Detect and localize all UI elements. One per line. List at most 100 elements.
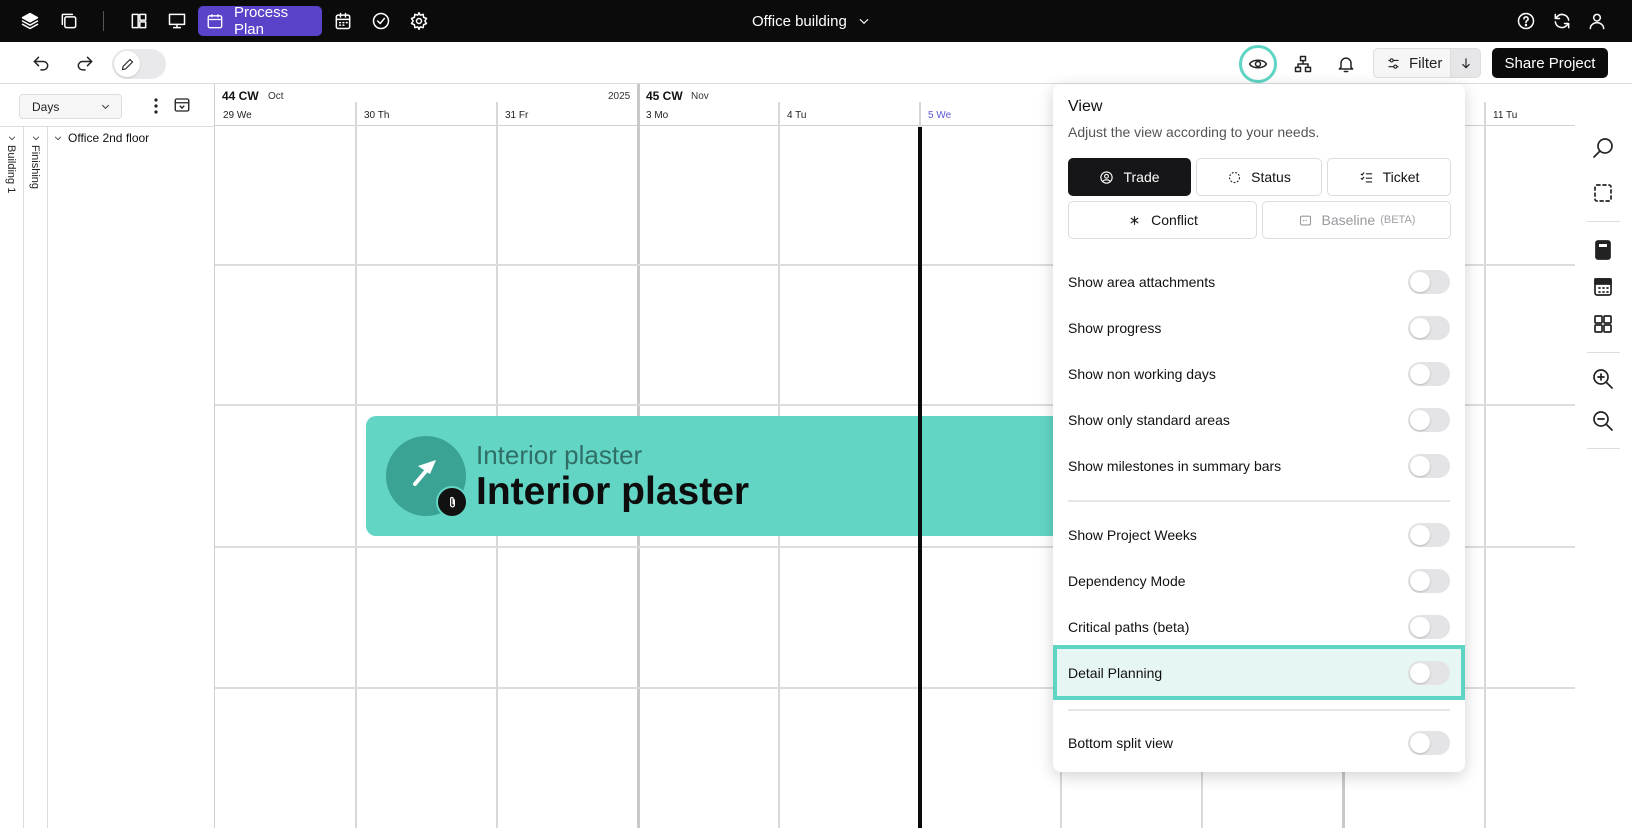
toggle-switch[interactable] bbox=[1408, 615, 1450, 639]
month-label: Oct bbox=[268, 91, 284, 102]
mode-label: Ticket bbox=[1382, 169, 1420, 185]
option-label: Detail Planning bbox=[1068, 665, 1163, 681]
edit-mode-toggle[interactable] bbox=[112, 49, 166, 79]
help-icon[interactable] bbox=[1513, 8, 1539, 34]
toggle-switch[interactable] bbox=[1408, 569, 1450, 593]
area-row-office-2nd-floor[interactable]: Office 2nd floor bbox=[53, 131, 149, 145]
toggle-switch[interactable] bbox=[1408, 454, 1450, 478]
mode-label: Conflict bbox=[1151, 212, 1198, 228]
topbar-separator bbox=[103, 11, 104, 31]
status-circle-icon bbox=[1229, 171, 1241, 183]
toggle-switch[interactable] bbox=[1408, 523, 1450, 547]
zoom-level-select[interactable]: Days bbox=[19, 94, 122, 119]
projects-icon[interactable] bbox=[56, 8, 82, 34]
today-marker-line bbox=[918, 127, 922, 828]
toggle-switch[interactable] bbox=[1408, 731, 1450, 755]
mode-label: Baseline bbox=[1321, 212, 1376, 228]
trade-avatar bbox=[386, 436, 468, 518]
mode-ticket-button[interactable]: Ticket bbox=[1327, 158, 1451, 196]
search-icon[interactable] bbox=[1590, 135, 1616, 161]
task-bar-title: Interior plaster bbox=[476, 470, 750, 513]
day-label: 30 Th bbox=[364, 110, 390, 121]
toggle-switch[interactable] bbox=[1408, 362, 1450, 386]
mode-conflict-button[interactable]: Conflict bbox=[1068, 201, 1257, 239]
mode-label: Status bbox=[1251, 169, 1291, 185]
grid-view-icon[interactable] bbox=[1590, 311, 1616, 337]
zoom-out-icon[interactable] bbox=[1590, 408, 1616, 434]
mode-trade-button[interactable]: Trade bbox=[1068, 158, 1191, 196]
trade-group-label[interactable]: Finishing bbox=[29, 145, 41, 189]
chevron-down-icon bbox=[859, 18, 869, 25]
zoom-level-value: Days bbox=[32, 99, 60, 114]
undo-icon[interactable] bbox=[28, 51, 54, 77]
tools-separator bbox=[1587, 448, 1620, 449]
settings-gear-icon[interactable] bbox=[406, 8, 432, 34]
chevron-down-icon bbox=[101, 104, 110, 109]
zoom-in-icon[interactable] bbox=[1590, 366, 1616, 392]
chevron-down-icon[interactable] bbox=[7, 130, 17, 141]
building-column: Building 1 bbox=[0, 127, 24, 828]
tools-separator bbox=[1587, 352, 1620, 353]
schedule-calendar-icon[interactable] bbox=[330, 8, 356, 34]
check-circle-icon[interactable] bbox=[368, 8, 394, 34]
chevron-down-icon bbox=[54, 136, 62, 141]
toggle-switch[interactable] bbox=[1408, 661, 1450, 685]
option-show-milestones-in-summary-bars: Show milestones in summary bars bbox=[1068, 451, 1450, 481]
toggle-switch[interactable] bbox=[1408, 316, 1450, 340]
option-dependency-mode: Dependency Mode bbox=[1068, 566, 1450, 596]
option-label: Show only standard areas bbox=[1068, 412, 1230, 428]
mode-status-button[interactable]: Status bbox=[1196, 158, 1322, 196]
popover-divider bbox=[1068, 500, 1450, 502]
attachment-badge[interactable] bbox=[436, 486, 468, 518]
tools-separator bbox=[1587, 221, 1620, 222]
month-label: Nov bbox=[691, 91, 709, 102]
user-profile-icon[interactable] bbox=[1584, 8, 1610, 34]
selection-marquee-icon[interactable] bbox=[1590, 180, 1616, 206]
task-bar-subtitle: Interior plaster bbox=[476, 440, 643, 470]
toggle-switch[interactable] bbox=[1408, 270, 1450, 294]
calculator-icon[interactable] bbox=[1590, 237, 1616, 263]
collapse-all-icon[interactable] bbox=[173, 96, 193, 116]
option-bottom-split-view: Bottom split view bbox=[1068, 728, 1450, 758]
project-selector[interactable]: Office building bbox=[752, 0, 871, 42]
more-options-icon[interactable] bbox=[148, 96, 164, 116]
mode-baseline-button[interactable]: Baseline (BETA) bbox=[1262, 201, 1451, 239]
day-label: 29 We bbox=[223, 110, 252, 121]
option-label: Show progress bbox=[1068, 320, 1162, 336]
building-label[interactable]: Building 1 bbox=[5, 145, 17, 193]
project-title: Office building bbox=[752, 12, 847, 30]
sync-icon[interactable] bbox=[1549, 8, 1575, 34]
week-label: 45 CW bbox=[646, 89, 683, 103]
year-label: 2025 bbox=[608, 91, 631, 102]
editor-toolbar: Filter Share Project bbox=[0, 42, 1632, 84]
dashboard-icon[interactable] bbox=[126, 8, 152, 34]
process-plan-button[interactable]: Process Plan bbox=[198, 4, 322, 38]
trade-group-column: Finishing bbox=[24, 127, 48, 828]
table-calendar-icon[interactable] bbox=[1590, 274, 1616, 300]
filter-button[interactable]: Filter bbox=[1373, 48, 1451, 78]
trowel-icon bbox=[413, 460, 436, 486]
asterisk-icon bbox=[1130, 215, 1139, 225]
mode-label: Trade bbox=[1123, 169, 1160, 185]
arrow-down-icon bbox=[1461, 58, 1470, 69]
layers-logo-icon[interactable] bbox=[17, 8, 43, 34]
notification-bell-icon[interactable] bbox=[1333, 51, 1359, 77]
paperclip-icon bbox=[449, 496, 455, 507]
redo-icon[interactable] bbox=[72, 51, 98, 77]
option-label: Critical paths (beta) bbox=[1068, 619, 1190, 635]
presentation-icon[interactable] bbox=[164, 8, 190, 34]
hierarchy-icon[interactable] bbox=[1290, 51, 1316, 77]
option-label: Bottom split view bbox=[1068, 735, 1174, 751]
process-plan-label: Process Plan bbox=[233, 4, 289, 38]
share-project-button[interactable]: Share Project bbox=[1492, 48, 1608, 78]
view-settings-button[interactable] bbox=[1239, 45, 1277, 83]
toggle-switch[interactable] bbox=[1408, 408, 1450, 432]
user-circle-icon bbox=[1100, 170, 1114, 184]
chevron-down-icon[interactable] bbox=[31, 130, 41, 141]
checklist-icon bbox=[1360, 171, 1372, 182]
day-label: 3 Mo bbox=[646, 110, 669, 121]
filter-dropdown-button[interactable] bbox=[1451, 48, 1481, 78]
option-show-non-working-days: Show non working days bbox=[1068, 359, 1450, 389]
area-tree-panel: Days Building 1 Finishing Office 2nd flo… bbox=[0, 84, 215, 828]
option-label: Show milestones in summary bars bbox=[1068, 458, 1282, 474]
